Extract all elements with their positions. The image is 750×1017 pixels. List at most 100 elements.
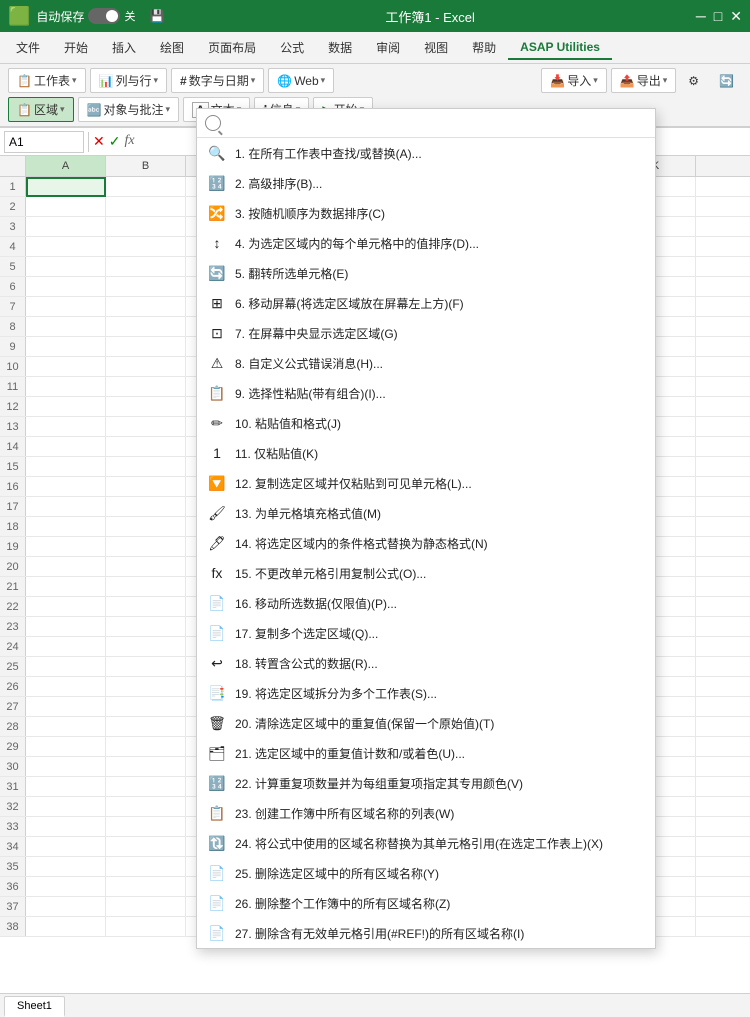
cancel-formula-icon[interactable]: ✕: [93, 133, 105, 150]
cell-a18[interactable]: [26, 517, 106, 537]
dropdown-web[interactable]: 🌐 Web ▾: [268, 68, 334, 93]
cell-a11[interactable]: [26, 377, 106, 397]
confirm-formula-icon[interactable]: ✓: [109, 133, 121, 150]
cell-a13[interactable]: [26, 417, 106, 437]
cell-a28[interactable]: [26, 717, 106, 737]
cell-b32[interactable]: [106, 797, 186, 817]
tab-help[interactable]: 帮助: [460, 35, 508, 60]
menu-item-27[interactable]: 📄 27. 删除含有无效单元格引用(#REF!)的所有区域名称(I): [197, 918, 655, 948]
col-header-a[interactable]: A: [26, 156, 106, 176]
autosave-toggle[interactable]: [88, 8, 120, 24]
dropdown-import[interactable]: 📥 导入 ▾: [541, 68, 607, 93]
cell-b33[interactable]: [106, 817, 186, 837]
menu-item-16[interactable]: 📄 16. 移动所选数据(仅限值)(P)...: [197, 588, 655, 618]
cell-a22[interactable]: [26, 597, 106, 617]
cell-b7[interactable]: [106, 297, 186, 317]
cell-b14[interactable]: [106, 437, 186, 457]
cell-a5[interactable]: [26, 257, 106, 277]
cell-a20[interactable]: [26, 557, 106, 577]
menu-item-14[interactable]: 🖊 14. 将选定区域内的条件格式替换为静态格式(N): [197, 528, 655, 558]
cell-a7[interactable]: [26, 297, 106, 317]
menu-item-25[interactable]: 📄 25. 删除选定区域中的所有区域名称(Y): [197, 858, 655, 888]
cell-a23[interactable]: [26, 617, 106, 637]
cell-b8[interactable]: [106, 317, 186, 337]
tab-draw[interactable]: 绘图: [148, 35, 196, 60]
cell-b24[interactable]: [106, 637, 186, 657]
menu-item-6[interactable]: ⊞ 6. 移动屏幕(将选定区域放在屏幕左上方)(F): [197, 288, 655, 318]
cell-a17[interactable]: [26, 497, 106, 517]
cell-b20[interactable]: [106, 557, 186, 577]
tab-formula[interactable]: 公式: [268, 35, 316, 60]
cell-a3[interactable]: [26, 217, 106, 237]
maximize-btn[interactable]: □: [714, 8, 722, 25]
cell-b22[interactable]: [106, 597, 186, 617]
cell-b17[interactable]: [106, 497, 186, 517]
tab-file[interactable]: 文件: [4, 35, 52, 60]
cell-b21[interactable]: [106, 577, 186, 597]
dropdown-export[interactable]: 📤 导出 ▾: [611, 68, 677, 93]
menu-item-17[interactable]: 📄 17. 复制多个选定区域(Q)...: [197, 618, 655, 648]
menu-item-1[interactable]: 🔍 1. 在所有工作表中查找/或替换(A)...: [197, 138, 655, 168]
cell-b38[interactable]: [106, 917, 186, 937]
menu-item-23[interactable]: 📋 23. 创建工作簿中所有区域名称的列表(W): [197, 798, 655, 828]
menu-item-12[interactable]: 🔽 12. 复制选定区域并仅粘贴到可见单元格(L)...: [197, 468, 655, 498]
tab-asap[interactable]: ASAP Utilities: [508, 36, 612, 60]
tab-review[interactable]: 审阅: [364, 35, 412, 60]
menu-item-11[interactable]: 1 11. 仅粘贴值(K): [197, 438, 655, 468]
cell-a31[interactable]: [26, 777, 106, 797]
cell-a30[interactable]: [26, 757, 106, 777]
tab-layout[interactable]: 页面布局: [196, 35, 268, 60]
menu-item-20[interactable]: 🗑 20. 清除选定区域中的重复值(保留一个原始值)(T): [197, 708, 655, 738]
cell-a4[interactable]: [26, 237, 106, 257]
minimize-btn[interactable]: ─: [696, 8, 706, 25]
cell-a21[interactable]: [26, 577, 106, 597]
cell-b27[interactable]: [106, 697, 186, 717]
cell-b30[interactable]: [106, 757, 186, 777]
menu-item-18[interactable]: ↩ 18. 转置含公式的数据(R)...: [197, 648, 655, 678]
cell-a36[interactable]: [26, 877, 106, 897]
dropdown-range[interactable]: 📋 区域 ▾: [8, 97, 74, 122]
insert-function-icon[interactable]: fx: [124, 133, 134, 150]
cell-b36[interactable]: [106, 877, 186, 897]
menu-item-3[interactable]: 🔀 3. 按随机顺序为数据排序(C): [197, 198, 655, 228]
cell-a27[interactable]: [26, 697, 106, 717]
menu-item-7[interactable]: ⊡ 7. 在屏幕中央显示选定区域(G): [197, 318, 655, 348]
dropdown-objects[interactable]: 🔤 对象与批注 ▾: [78, 97, 180, 122]
cell-a33[interactable]: [26, 817, 106, 837]
tab-data[interactable]: 数据: [316, 35, 364, 60]
menu-item-2[interactable]: 🔢 2. 高级排序(B)...: [197, 168, 655, 198]
cell-a6[interactable]: [26, 277, 106, 297]
cell-a14[interactable]: [26, 437, 106, 457]
cell-a16[interactable]: [26, 477, 106, 497]
menu-item-24[interactable]: 🔃 24. 将公式中使用的区域名称替换为其单元格引用(在选定工作表上)(X): [197, 828, 655, 858]
cell-a12[interactable]: [26, 397, 106, 417]
cell-a35[interactable]: [26, 857, 106, 877]
cell-a1[interactable]: [26, 177, 106, 197]
cell-b19[interactable]: [106, 537, 186, 557]
cell-b37[interactable]: [106, 897, 186, 917]
cell-a38[interactable]: [26, 917, 106, 937]
cell-a34[interactable]: [26, 837, 106, 857]
dropdown-columns-rows[interactable]: 📊 列与行 ▾: [90, 68, 168, 93]
cell-b3[interactable]: [106, 217, 186, 237]
cell-a26[interactable]: [26, 677, 106, 697]
cell-b34[interactable]: [106, 837, 186, 857]
menu-item-26[interactable]: 📄 26. 删除整个工作簿中的所有区域名称(Z): [197, 888, 655, 918]
col-header-b[interactable]: B: [106, 156, 186, 176]
dropdown-worksheet[interactable]: 📋 工作表 ▾: [8, 68, 86, 93]
cell-b25[interactable]: [106, 657, 186, 677]
cell-b28[interactable]: [106, 717, 186, 737]
cell-a9[interactable]: [26, 337, 106, 357]
cell-b6[interactable]: [106, 277, 186, 297]
cell-a24[interactable]: [26, 637, 106, 657]
cell-b29[interactable]: [106, 737, 186, 757]
tab-view[interactable]: 视图: [412, 35, 460, 60]
cell-b4[interactable]: [106, 237, 186, 257]
close-btn[interactable]: ✕: [730, 8, 742, 25]
cell-b16[interactable]: [106, 477, 186, 497]
sheet-tab-1[interactable]: Sheet1: [4, 996, 65, 1017]
cell-b18[interactable]: [106, 517, 186, 537]
cell-a15[interactable]: [26, 457, 106, 477]
menu-item-22[interactable]: 🔢 22. 计算重复项数量并为每组重复项指定其专用颜色(V): [197, 768, 655, 798]
menu-item-5[interactable]: 🔄 5. 翻转所选单元格(E): [197, 258, 655, 288]
